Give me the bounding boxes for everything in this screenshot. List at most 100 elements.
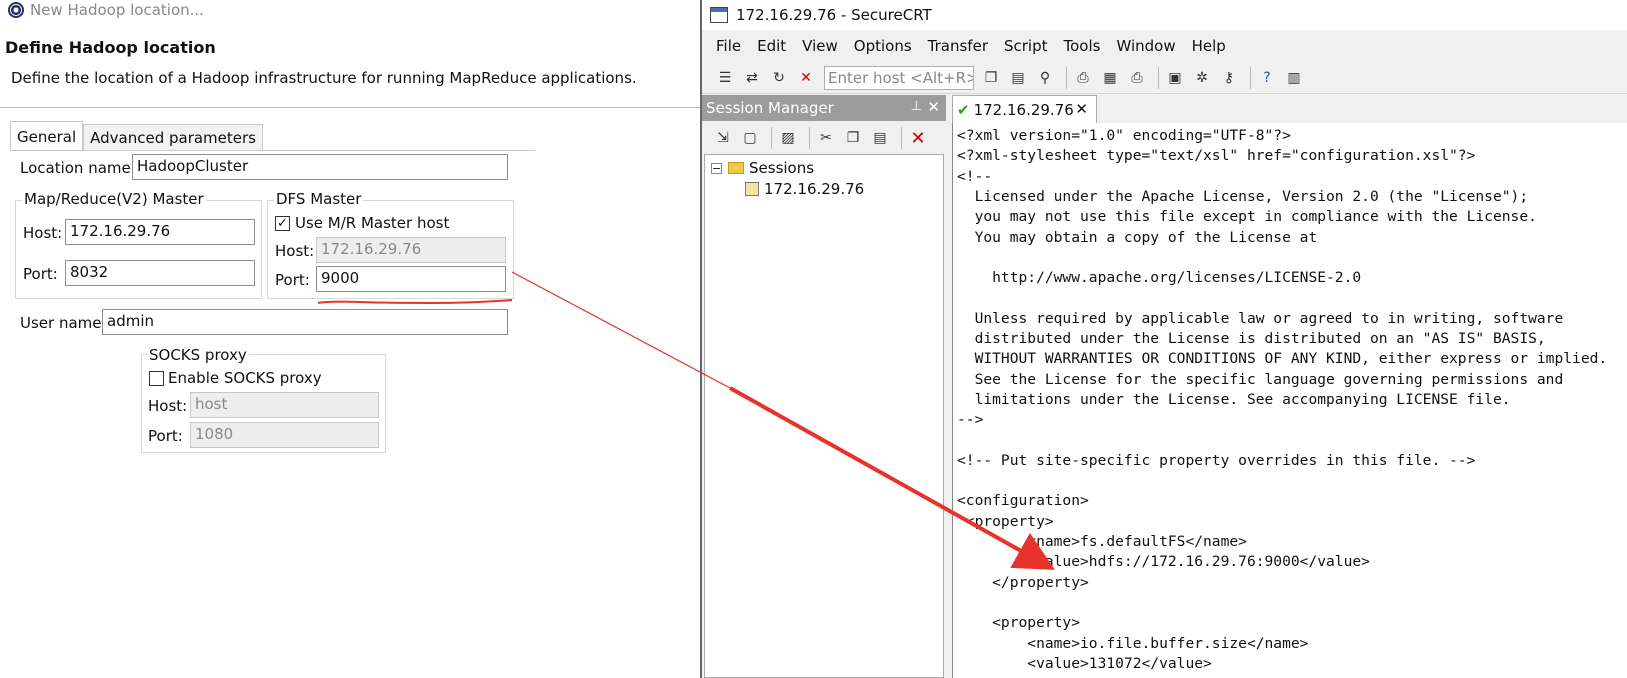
terminal-line: WITHOUT WARRANTIES OR CONDITIONS OF ANY …: [957, 350, 1608, 368]
securecrt-window: 172.16.29.76 - SecureCRT File Edit View …: [700, 0, 1627, 678]
use-mr-master-checkbox[interactable]: ✓: [275, 216, 290, 231]
tab-general[interactable]: General: [10, 121, 84, 151]
terminal-line: Unless required by applicable law or agr…: [957, 309, 1564, 327]
dfs-host-field[interactable]: 172.16.29.76: [316, 237, 506, 263]
dfs-port-field[interactable]: 9000: [316, 266, 506, 292]
close-tab-icon[interactable]: ✕: [1075, 100, 1088, 118]
terminal-output[interactable]: <?xml version="1.0" encoding="UTF-8"?> <?…: [952, 123, 1627, 678]
terminal-line: <name>io.file.buffer.size</name>: [957, 634, 1309, 652]
socks-port-field[interactable]: 1080: [190, 422, 379, 448]
global-options-icon[interactable]: ✲: [1191, 67, 1213, 89]
find-icon[interactable]: ⚲: [1034, 67, 1056, 89]
menu-script[interactable]: Script: [1004, 37, 1048, 55]
session-manager-title: Session Manager: [706, 99, 834, 117]
tree-root-label: Sessions: [749, 159, 815, 177]
terminal-line: http://www.apache.org/licenses/LICENSE-2…: [957, 269, 1362, 287]
dialog-heading: Define Hadoop location: [5, 38, 216, 57]
copy-session-icon[interactable]: ❐: [842, 127, 864, 149]
toolbar-separator: [901, 127, 902, 149]
toolbar-separator: [1158, 66, 1159, 89]
menu-window[interactable]: Window: [1116, 37, 1175, 55]
folder-icon: [728, 162, 744, 174]
dialog-body: General Advanced parameters Location nam…: [0, 108, 700, 678]
mr-master-title: Map/Reduce(V2) Master: [22, 190, 206, 208]
terminal-line: <configuration>: [957, 492, 1089, 510]
disconnect-icon[interactable]: ✕: [795, 67, 817, 89]
eclipse-logo-icon: [8, 2, 24, 18]
close-icon[interactable]: ✕: [927, 98, 940, 116]
menu-tools[interactable]: Tools: [1064, 37, 1101, 55]
socks-port-label: Port:: [148, 427, 183, 445]
reconnect-icon[interactable]: ↻: [768, 67, 790, 89]
toolbar-separator: [1066, 66, 1067, 89]
connect-session-icon[interactable]: ⇲: [712, 127, 734, 149]
collapse-icon[interactable]: −: [711, 162, 722, 174]
user-name-label: User name:: [20, 314, 107, 332]
print-selection-icon[interactable]: ▦: [1099, 67, 1121, 89]
use-mr-master-label: Use M/R Master host: [295, 214, 450, 232]
location-name-field[interactable]: HadoopCluster: [132, 154, 508, 180]
session-options-icon[interactable]: ▣: [1164, 67, 1186, 89]
securecrt-app-icon: [710, 7, 728, 23]
terminal-line: <name>fs.defaultFS</name>: [957, 533, 1247, 550]
delete-icon[interactable]: ✕: [907, 127, 929, 149]
session-tree: − Sessions 172.16.29.76: [704, 154, 944, 678]
terminal-line: You may obtain a copy of the License at: [957, 228, 1318, 246]
terminal-line: <value>131072</value>: [957, 654, 1212, 672]
user-name-field[interactable]: admin: [102, 309, 508, 335]
menu-view[interactable]: View: [802, 37, 838, 55]
socks-host-field[interactable]: host: [190, 392, 379, 418]
dfs-master-title: DFS Master: [274, 190, 364, 208]
toolbar-separator: [809, 127, 810, 149]
mr-port-label: Port:: [23, 265, 58, 283]
quick-connect-icon[interactable]: ⇄: [741, 67, 763, 89]
toolbar-separator: [1250, 66, 1251, 89]
sftp-icon[interactable]: ▥: [1283, 67, 1305, 89]
tree-root[interactable]: − Sessions: [711, 159, 814, 177]
host-input[interactable]: Enter host <Alt+R>: [824, 65, 974, 90]
session-tab-strip: ✔ 172.16.29.76 ✕: [952, 95, 1627, 123]
menu-help[interactable]: Help: [1192, 37, 1226, 55]
menu-transfer[interactable]: Transfer: [928, 37, 988, 55]
tab-session-label: 172.16.29.76: [973, 100, 1074, 119]
dialog-title-bar: New Hadoop location...: [8, 0, 204, 20]
mr-host-field[interactable]: 172.16.29.76: [65, 219, 255, 245]
terminal-line: <?xml-stylesheet type="text/xsl" href="c…: [957, 147, 1476, 165]
session-icon: [745, 182, 759, 196]
menu-options[interactable]: Options: [854, 37, 912, 55]
terminal-line: <?xml version="1.0" encoding="UTF-8"?>: [957, 127, 1291, 144]
session-manager-header: Session Manager ⊥ ✕: [702, 95, 946, 121]
tab-panel-border: [10, 150, 535, 151]
cut-icon[interactable]: ✂: [815, 127, 837, 149]
tree-item-session[interactable]: 172.16.29.76: [745, 180, 864, 198]
copy-icon[interactable]: ❐: [980, 67, 1002, 89]
crt-window-title: 172.16.29.76 - SecureCRT: [736, 6, 932, 24]
enable-socks-label: Enable SOCKS proxy: [168, 369, 322, 387]
print-icon[interactable]: ⎙: [1126, 67, 1148, 89]
dialog-window-title: New Hadoop location...: [30, 1, 204, 19]
toolbar-separator: [771, 127, 772, 149]
menu-edit[interactable]: Edit: [757, 37, 786, 55]
tab-session[interactable]: ✔ 172.16.29.76 ✕: [952, 95, 1097, 123]
terminal-line: limitations under the License. See accom…: [957, 390, 1511, 408]
terminal-line: <value>hdfs://172.16.29.76:9000</value>: [957, 553, 1370, 571]
connected-check-icon: ✔: [957, 100, 970, 119]
pin-icon[interactable]: ⊥: [911, 99, 922, 114]
tab-advanced-parameters[interactable]: Advanced parameters: [83, 124, 263, 151]
enable-socks-checkbox[interactable]: [149, 371, 164, 386]
help-icon[interactable]: ?: [1256, 67, 1278, 89]
print-screen-icon[interactable]: ⎙: [1072, 67, 1094, 89]
mr-host-label: Host:: [23, 224, 63, 242]
paste-icon[interactable]: ▤: [1007, 67, 1029, 89]
terminal-line: <property>: [957, 512, 1054, 530]
terminal-line: you may not use this file except in comp…: [957, 208, 1537, 226]
terminal-line: -->: [957, 411, 984, 429]
keymap-icon[interactable]: ⚷: [1218, 67, 1240, 89]
new-folder-icon[interactable]: ▨: [777, 127, 799, 149]
connect-icon[interactable]: ☰: [714, 67, 736, 89]
dfs-port-label: Port:: [275, 271, 310, 289]
mr-port-field[interactable]: 8032: [65, 260, 255, 286]
new-session-icon[interactable]: ▢: [739, 127, 761, 149]
paste-session-icon[interactable]: ▤: [869, 127, 891, 149]
menu-file[interactable]: File: [716, 37, 741, 55]
